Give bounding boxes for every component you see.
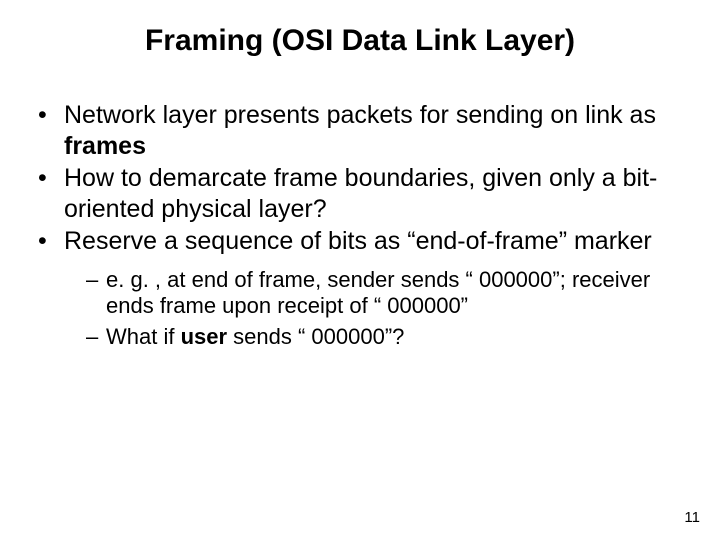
bullet-text: How to demarcate frame boundaries, given… <box>64 164 657 223</box>
slide-title: Framing (OSI Data Link Layer) <box>0 24 720 58</box>
bullet-text: Reserve a sequence of bits as “end-of-fr… <box>64 227 652 255</box>
slide-body: Network layer presents packets for sendi… <box>34 100 680 355</box>
bullet-item: How to demarcate frame boundaries, given… <box>34 163 680 224</box>
slide: Framing (OSI Data Link Layer) Network la… <box>0 0 720 540</box>
bullet-list: Network layer presents packets for sendi… <box>34 100 680 351</box>
sub-bullet-emphasis: user <box>181 324 227 349</box>
page-number: 11 <box>684 509 700 526</box>
sub-bullet-text: sends “ 000000”? <box>227 324 404 349</box>
sub-bullet-item: What if user sends “ 000000”? <box>86 324 680 351</box>
sub-bullet-text: What if <box>106 324 181 349</box>
bullet-emphasis: frames <box>64 132 146 160</box>
bullet-item: Reserve a sequence of bits as “end-of-fr… <box>34 226 680 351</box>
sub-bullet-item: e. g. , at end of frame, sender sends “ … <box>86 267 680 321</box>
bullet-text: Network layer presents packets for sendi… <box>64 101 656 129</box>
sub-bullet-text: e. g. , at end of frame, sender sends “ … <box>106 267 650 319</box>
bullet-item: Network layer presents packets for sendi… <box>34 100 680 161</box>
sub-bullet-list: e. g. , at end of frame, sender sends “ … <box>64 267 680 351</box>
